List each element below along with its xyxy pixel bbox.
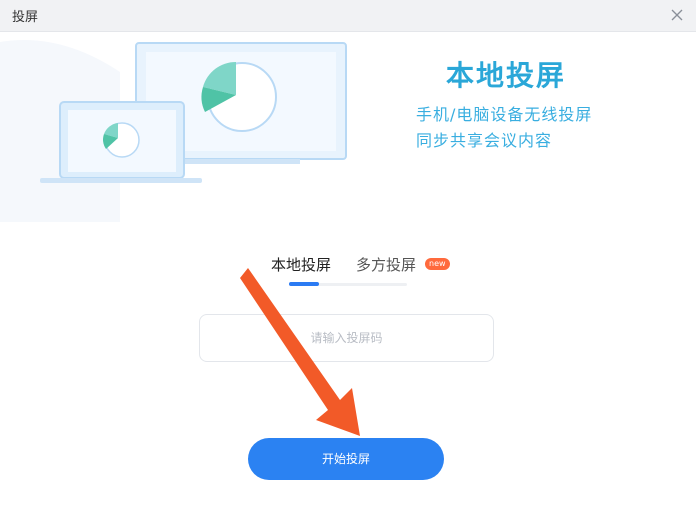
cast-mode-tabs: 本地投屏 多方投屏 new (0, 254, 696, 284)
tab-active-indicator (289, 282, 319, 286)
hero-title: 本地投屏 (446, 59, 567, 92)
screen-cast-illustration (0, 40, 347, 222)
window-title: 投屏 (12, 10, 39, 25)
close-icon[interactable] (668, 6, 686, 24)
hero-subtitle-line1: 手机/电脑设备无线投屏 (416, 105, 593, 124)
tab-local-cast[interactable]: 本地投屏 (271, 254, 331, 275)
cast-code-input[interactable] (199, 314, 494, 362)
tab-multi-cast[interactable]: 多方投屏 (356, 254, 416, 275)
start-cast-button[interactable]: 开始投屏 (248, 438, 444, 480)
hero-banner: 本地投屏 手机/电脑设备无线投屏 同步共享会议内容 (0, 32, 696, 222)
new-badge: new (425, 258, 450, 270)
hero-subtitle-line2: 同步共享会议内容 (416, 131, 553, 150)
title-bar: 投屏 (0, 0, 696, 32)
